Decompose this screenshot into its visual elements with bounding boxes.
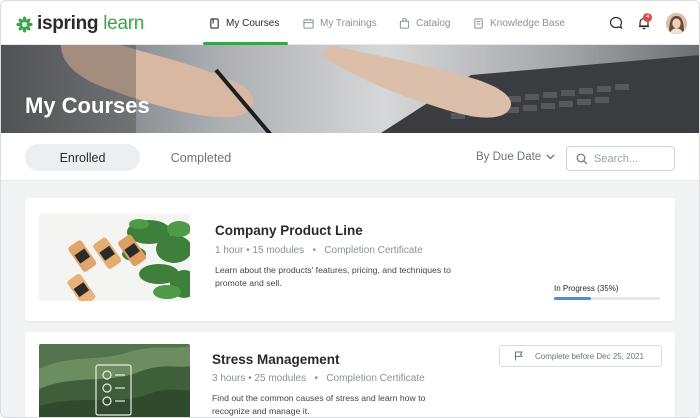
due-date-badge: Complete before Dec 25, 2021 [499, 345, 662, 367]
course-title[interactable]: Stress Management [212, 352, 340, 367]
search-input[interactable] [594, 152, 669, 165]
flag-icon [515, 351, 523, 361]
nav-knowledge-base[interactable]: Knowledge Base [473, 1, 565, 45]
document-icon [474, 17, 483, 29]
chat-icon[interactable] [609, 16, 623, 30]
nav-label: Catalog [416, 17, 451, 29]
nav-label: My Courses [226, 17, 280, 29]
progress-bar [554, 297, 660, 300]
logo-text-secondary: learn [103, 13, 144, 34]
sort-label: By Due Date [476, 151, 542, 163]
search-box[interactable] [566, 146, 675, 171]
meta-separator: • [308, 373, 324, 384]
nav-label: My Trainings [320, 17, 377, 29]
nav-my-courses[interactable]: My Courses [209, 1, 279, 45]
book-icon [210, 17, 219, 29]
notification-badge: 4 [643, 13, 652, 22]
logo-flower-icon [16, 15, 33, 33]
progress-bar-fill [554, 297, 592, 300]
bag-icon [399, 17, 410, 29]
landscape-checklist-image [39, 344, 190, 417]
course-certificate: Completion Certificate [324, 245, 423, 256]
tab-enrolled[interactable]: Enrolled [25, 144, 140, 171]
logo[interactable]: ispring learn [16, 13, 144, 35]
meta-separator: • [306, 245, 322, 256]
course-description: Find out the common causes of stress and… [212, 393, 426, 416]
due-date-text: Complete before Dec 25, 2021 [535, 351, 644, 361]
course-title[interactable]: Company Product Line [215, 223, 363, 238]
course-thumbnail [39, 344, 190, 417]
logo-text-primary: ispring [37, 13, 99, 34]
product-bottles-image [39, 214, 190, 301]
course-thumbnail [39, 214, 190, 301]
page-title: My Courses [25, 93, 150, 118]
course-card[interactable]: Stress Management 3 hours • 25 modules •… [25, 332, 675, 417]
course-modules: 15 modules [252, 245, 305, 256]
sort-dropdown[interactable]: By Due Date [476, 151, 555, 163]
nav-label: Knowledge Base [490, 17, 566, 29]
course-meta: 1 hour • 15 modules • Completion Certifi… [215, 245, 423, 256]
course-card[interactable]: Company Product Line 1 hour • 15 modules… [25, 198, 675, 321]
calendar-icon [303, 18, 314, 29]
progress-status: In Progress (35%) [554, 284, 619, 293]
chevron-down-icon [546, 154, 555, 160]
search-icon [576, 153, 588, 164]
hero-banner: My Courses [1, 45, 699, 133]
course-duration: 3 hours [212, 373, 246, 384]
nav-my-trainings[interactable]: My Trainings [303, 1, 377, 45]
course-modules: 25 modules [254, 373, 307, 384]
app-window: ispring learn My Courses My Trainings Ca… [0, 0, 700, 418]
course-description: Learn about the products' features, pric… [215, 265, 451, 288]
tab-completed[interactable]: Completed [151, 144, 251, 171]
course-meta: 3 hours • 25 modules • Completion Certif… [212, 373, 425, 384]
avatar[interactable] [666, 13, 687, 34]
hero-photo-hands-typing [1, 45, 699, 133]
top-navbar: ispring learn My Courses My Trainings Ca… [1, 1, 699, 45]
course-certificate: Completion Certificate [326, 373, 425, 384]
course-duration: 1 hour [215, 245, 244, 256]
user-photo [666, 13, 687, 34]
nav-catalog[interactable]: Catalog [399, 1, 450, 45]
